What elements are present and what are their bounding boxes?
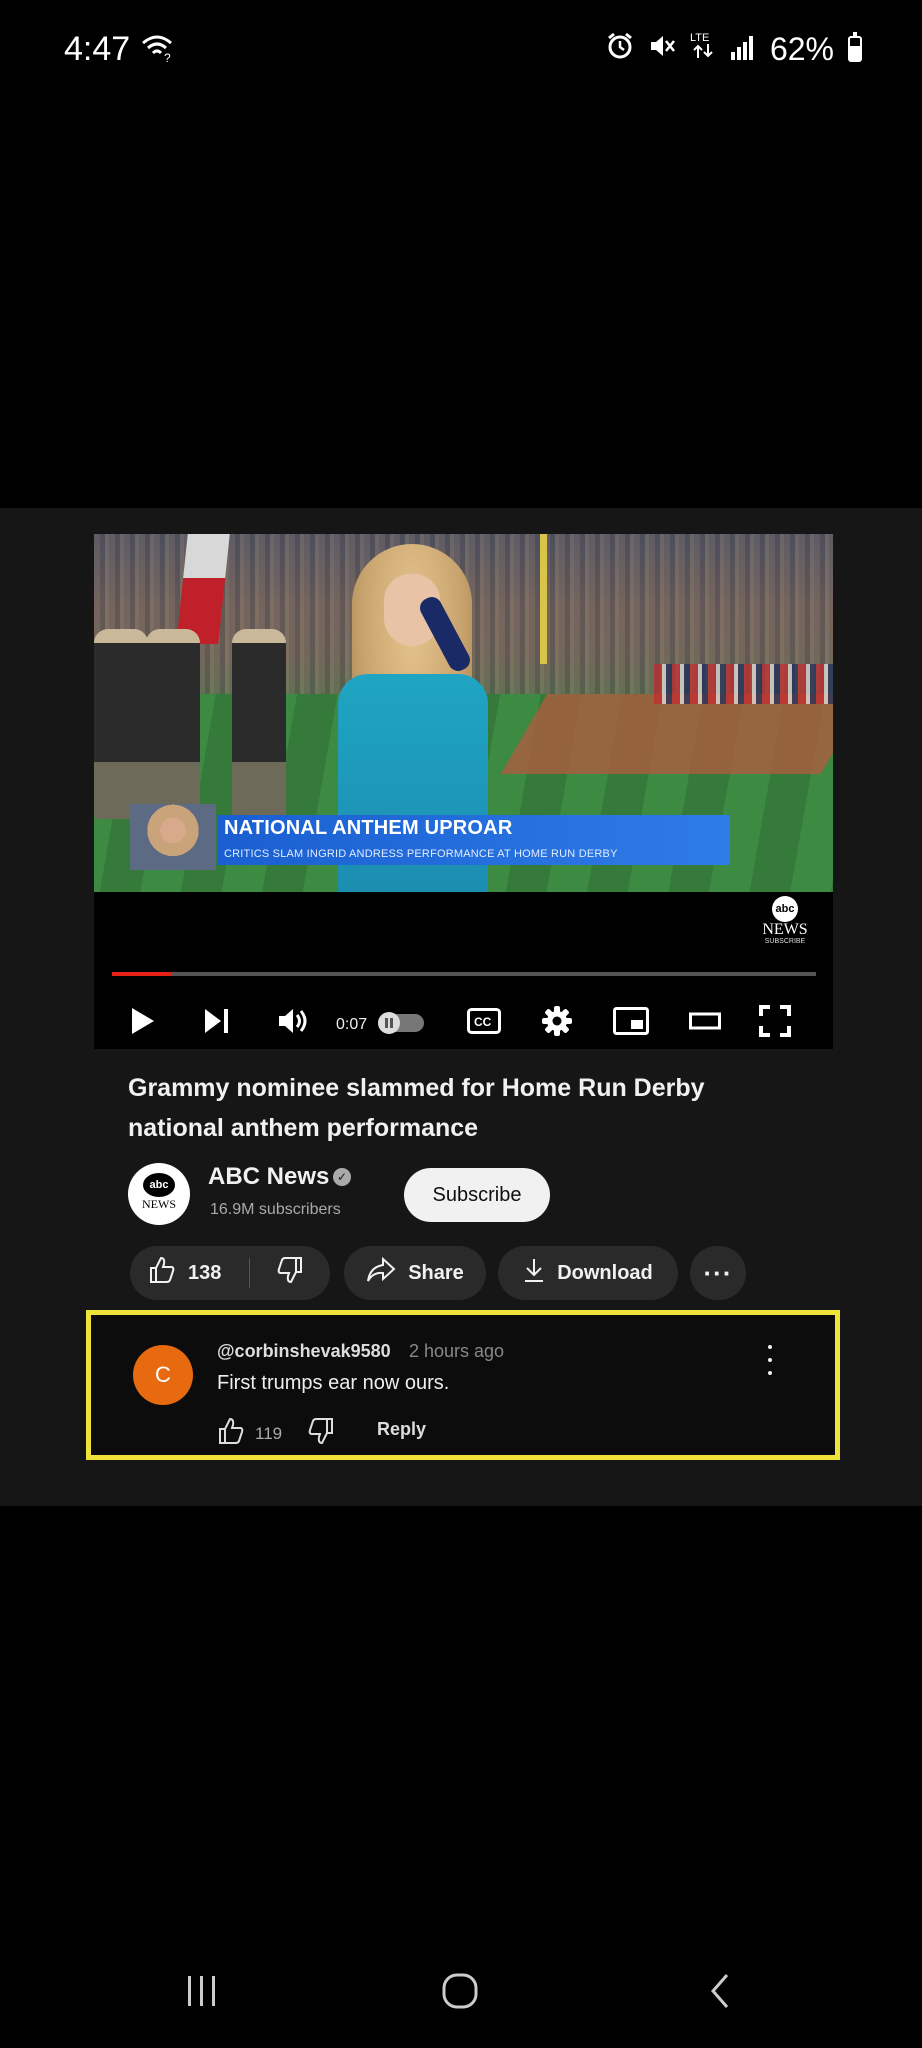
- comment-time: 2 hours ago: [409, 1341, 505, 1361]
- captions-label: CC: [474, 1015, 492, 1029]
- download-label: Download: [557, 1261, 653, 1284]
- share-icon: [366, 1256, 396, 1289]
- commenter-avatar[interactable]: C: [133, 1345, 193, 1405]
- like-dislike-group: 138: [130, 1246, 330, 1300]
- channel-avatar-news: NEWS: [142, 1197, 176, 1211]
- anchor-thumbnail: [130, 804, 216, 870]
- status-icons: LTE 62%: [606, 30, 862, 68]
- share-button[interactable]: Share: [344, 1246, 486, 1300]
- download-button[interactable]: Download: [498, 1246, 678, 1300]
- lower-third-subheadline: CRITICS SLAM INGRID ANDRESS PERFORMANCE …: [224, 848, 618, 860]
- battery-percent: 62%: [769, 30, 834, 67]
- team-lineup: [654, 664, 833, 704]
- color-guard-2: [146, 629, 200, 819]
- comment-reply-button[interactable]: Reply: [377, 1419, 426, 1440]
- highlighted-comment: C @corbinshevak9580 2 hours ago First tr…: [86, 1310, 840, 1460]
- miniplayer-icon[interactable]: [612, 1004, 650, 1038]
- like-count: 138: [188, 1261, 222, 1284]
- channel-name[interactable]: ABC News: [208, 1163, 329, 1191]
- foul-pole: [540, 534, 547, 664]
- comment-author[interactable]: @corbinshevak9580: [217, 1341, 391, 1362]
- progress-played: [112, 972, 172, 976]
- battery-fill: [850, 46, 860, 60]
- status-bar: 4:47 ? LTE 62%: [0, 0, 922, 100]
- dislike-button[interactable]: [250, 1256, 330, 1290]
- progress-bar[interactable]: [112, 972, 816, 976]
- time-display: 0:07: [336, 1016, 368, 1033]
- fullscreen-icon[interactable]: [758, 1004, 792, 1038]
- signal-icon: [730, 31, 756, 68]
- verified-check-icon: ✓: [333, 1168, 351, 1186]
- watermark-subscribe: SUBSCRIBE: [764, 938, 806, 945]
- lte-label: LTE: [690, 32, 709, 44]
- svg-text:?: ?: [164, 51, 171, 62]
- wifi-icon: ?: [140, 32, 174, 67]
- player-controls: 0:07 CC: [94, 996, 833, 1046]
- abc-news-watermark[interactable]: abc NEWS SUBSCRIBE: [755, 896, 815, 945]
- settings-gear-icon[interactable]: [540, 1004, 574, 1038]
- channel-avatar[interactable]: abc NEWS: [128, 1163, 190, 1225]
- battery-icon: [848, 32, 862, 62]
- watermark-logo: abc: [772, 896, 798, 922]
- recents-icon[interactable]: [180, 1966, 224, 2016]
- comment-thumbs-down-icon[interactable]: [307, 1417, 335, 1450]
- comment-text: First trumps ear now ours.: [217, 1372, 450, 1394]
- more-actions-button[interactable]: ···: [690, 1246, 746, 1300]
- system-nav-bar: [0, 1938, 922, 2048]
- comment-like-button[interactable]: 119: [217, 1417, 282, 1450]
- lte-icon: LTE: [690, 30, 716, 68]
- download-icon: [523, 1257, 545, 1289]
- color-guard-1: [94, 629, 148, 819]
- color-guard-3: [232, 629, 286, 819]
- video-frame[interactable]: NATIONAL ANTHEM UPROAR CRITICS SLAM INGR…: [94, 534, 833, 892]
- subscribe-button[interactable]: Subscribe: [404, 1168, 550, 1222]
- autoplay-toggle[interactable]: [378, 1012, 424, 1034]
- channel-avatar-logo: abc: [143, 1173, 175, 1197]
- watermark-news: NEWS: [762, 921, 808, 938]
- theater-mode-icon[interactable]: [688, 1004, 722, 1038]
- status-time: 4:47: [64, 30, 131, 68]
- subscriber-count: 16.9M subscribers: [210, 1201, 341, 1218]
- video-title: Grammy nominee slammed for Home Run Derb…: [128, 1074, 705, 1142]
- video-player[interactable]: NATIONAL ANTHEM UPROAR CRITICS SLAM INGR…: [94, 534, 833, 1049]
- infield-dirt: [500, 694, 833, 774]
- youtube-panel: NATIONAL ANTHEM UPROAR CRITICS SLAM INGR…: [0, 508, 922, 1506]
- back-icon[interactable]: [698, 1966, 742, 2016]
- mute-icon: [648, 31, 676, 68]
- next-icon[interactable]: [202, 1004, 232, 1038]
- share-label: Share: [408, 1261, 464, 1284]
- home-icon[interactable]: [438, 1966, 482, 2016]
- like-button[interactable]: 138: [130, 1256, 249, 1290]
- autoplay-knob: [378, 1012, 400, 1034]
- captions-icon[interactable]: CC: [466, 1004, 502, 1038]
- comment-thumbs-up-icon: [217, 1417, 245, 1450]
- thumbs-up-icon: [148, 1256, 176, 1290]
- comment-like-count: 119: [255, 1423, 283, 1443]
- play-icon[interactable]: [128, 1004, 158, 1038]
- comment-more-icon[interactable]: [765, 1345, 775, 1375]
- thumbs-down-icon: [276, 1256, 304, 1290]
- alarm-icon: [606, 31, 634, 68]
- lower-third-headline: NATIONAL ANTHEM UPROAR: [224, 817, 513, 839]
- volume-icon[interactable]: [276, 1004, 310, 1038]
